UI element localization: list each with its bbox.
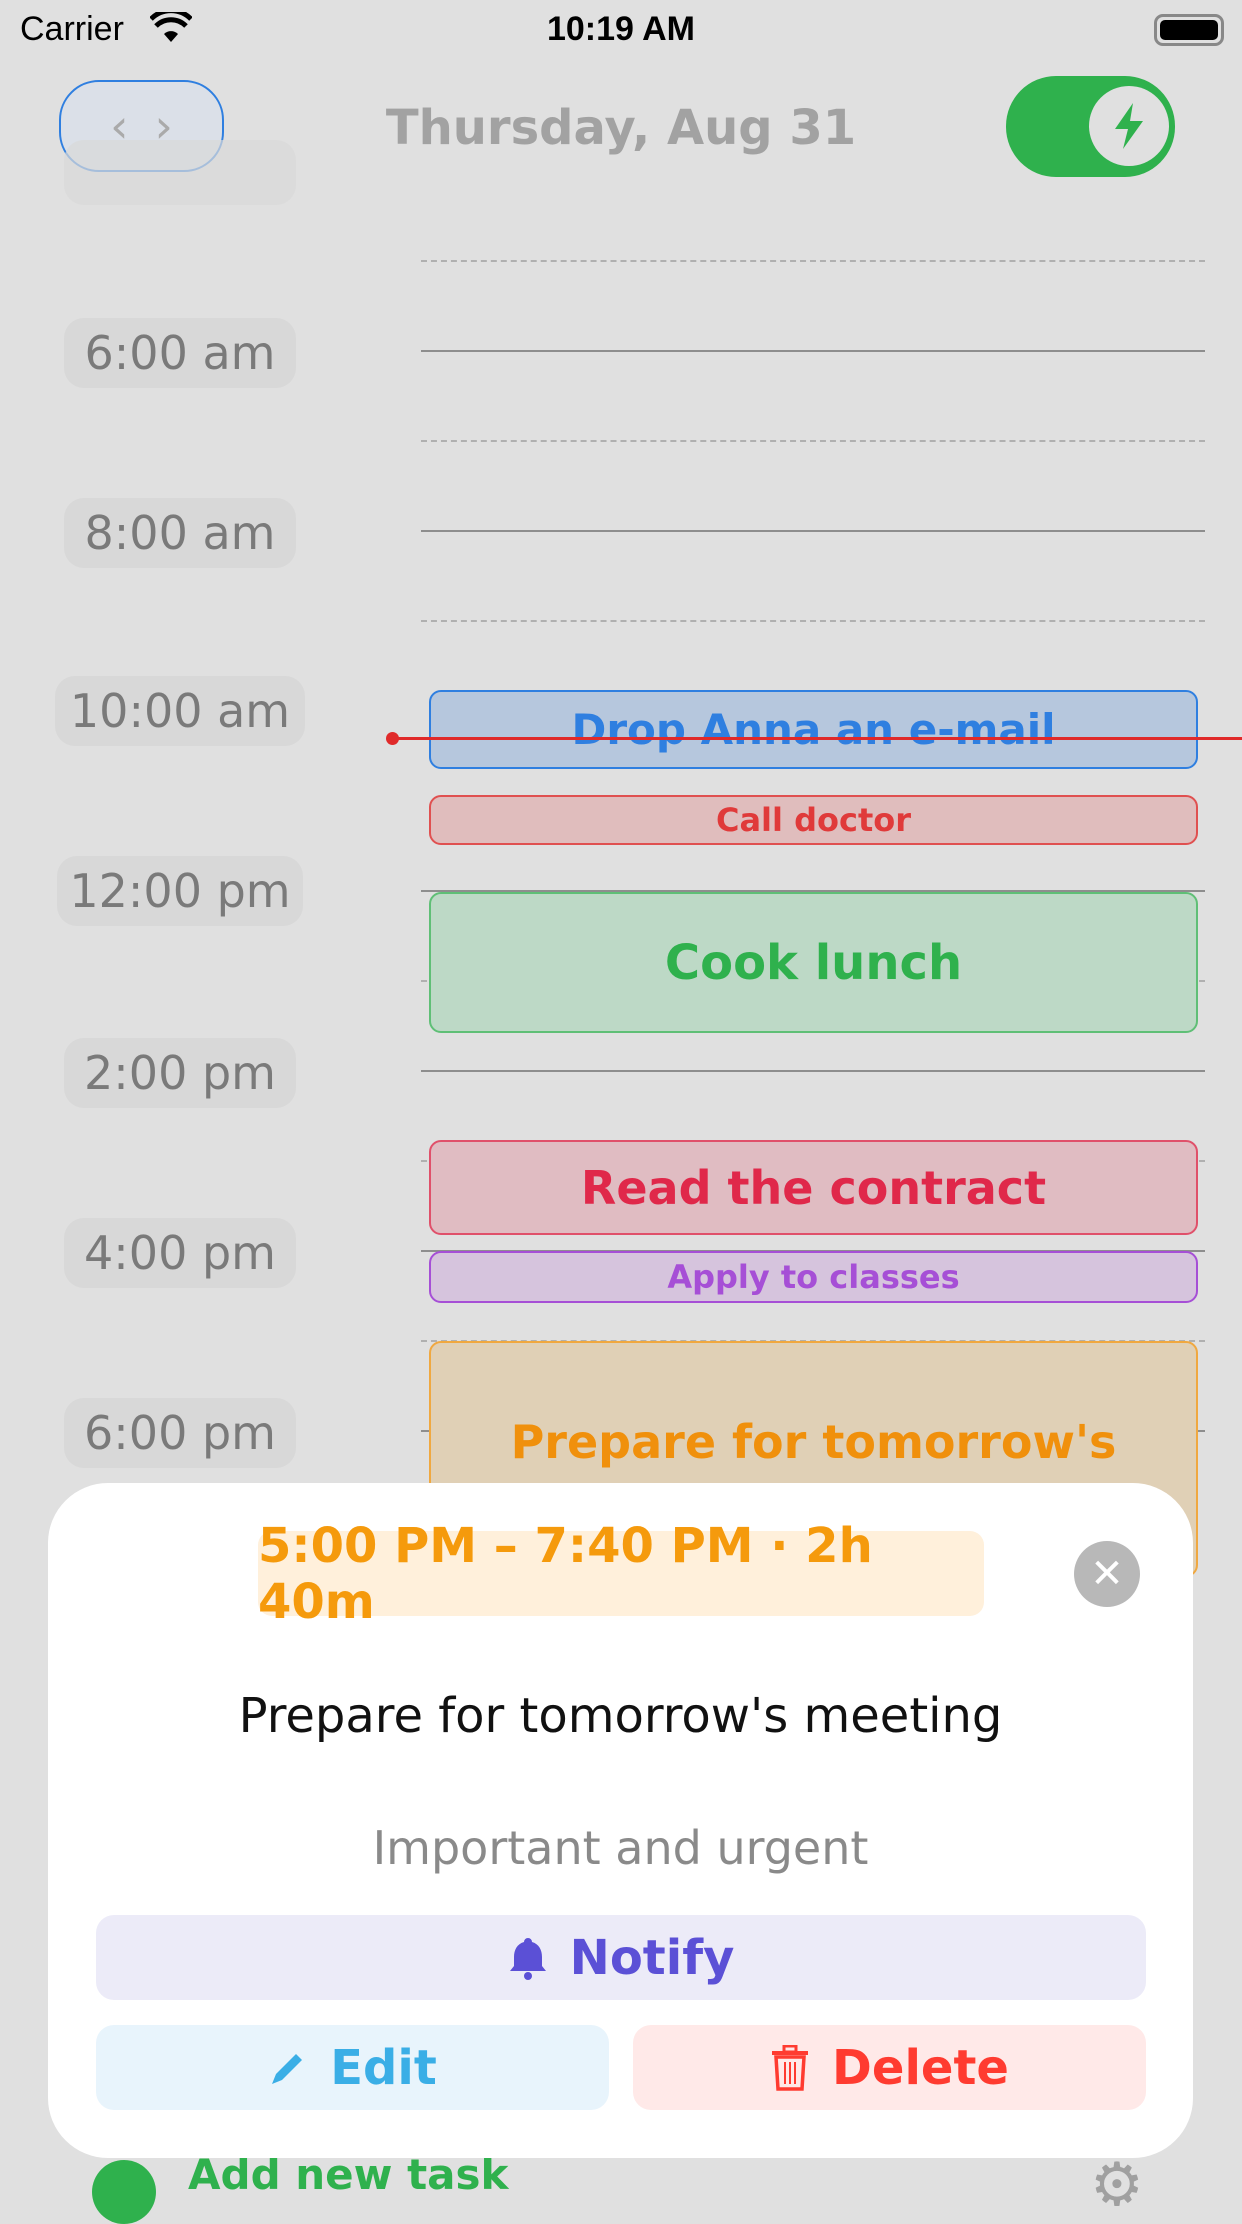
hour-line (421, 350, 1205, 352)
half-hour-line (421, 440, 1205, 442)
notify-label: Notify (569, 1929, 735, 1986)
event-call-doctor[interactable]: Call doctor (429, 795, 1198, 845)
focus-toggle[interactable] (1006, 76, 1175, 177)
edit-button[interactable]: Edit (96, 2025, 609, 2110)
status-time: 10:19 AM (546, 10, 696, 48)
time-label: 8:00 am (64, 498, 296, 568)
bolt-icon (1115, 103, 1143, 149)
close-button[interactable]: ✕ (1074, 1541, 1140, 1607)
event-priority: Important and urgent (372, 1821, 869, 1875)
current-time-dot (386, 732, 399, 745)
hour-line (421, 1070, 1205, 1072)
half-hour-line (421, 260, 1205, 262)
current-time-line (392, 737, 1242, 740)
time-label: 6:00 pm (64, 1398, 296, 1468)
trash-icon (772, 2044, 809, 2091)
notify-button[interactable]: Notify (96, 1915, 1146, 2000)
event-read-contract[interactable]: Read the contract (429, 1140, 1198, 1235)
battery-icon (1154, 14, 1224, 46)
status-bar: Carrier 10:19 AM (0, 0, 1242, 60)
time-label: 12:00 pm (57, 856, 303, 926)
time-label: 10:00 am (55, 676, 305, 746)
hour-line (421, 530, 1205, 532)
event-cook-lunch[interactable]: Cook lunch (429, 892, 1198, 1033)
delete-button[interactable]: Delete (633, 2025, 1146, 2110)
toggle-knob (1089, 86, 1169, 166)
time-range-badge: 5:00 PM – 7:40 PM · 2h 40m (258, 1518, 984, 1630)
delete-label: Delete (832, 2039, 1009, 2096)
time-label-partial (64, 140, 296, 205)
half-hour-line (421, 620, 1205, 622)
gear-icon[interactable]: ⚙ (1090, 2150, 1144, 2220)
event-title: Prepare for tomorrow's meeting (238, 1688, 1003, 1744)
event-drop-anna-email[interactable]: Drop Anna an e-mail (429, 690, 1198, 769)
add-task-icon[interactable] (92, 2160, 156, 2224)
pencil-icon (272, 2053, 303, 2084)
time-label: 4:00 pm (64, 1218, 296, 1288)
close-icon: ✕ (1090, 1551, 1124, 1597)
event-apply-classes[interactable]: Apply to classes (429, 1251, 1198, 1303)
bell-icon (509, 1937, 546, 1980)
time-label: 6:00 am (64, 318, 296, 388)
event-detail-sheet: 5:00 PM – 7:40 PM · 2h 40m ✕ Prepare for… (48, 1483, 1193, 2158)
time-label: 2:00 pm (64, 1038, 296, 1108)
edit-label: Edit (330, 2039, 437, 2096)
